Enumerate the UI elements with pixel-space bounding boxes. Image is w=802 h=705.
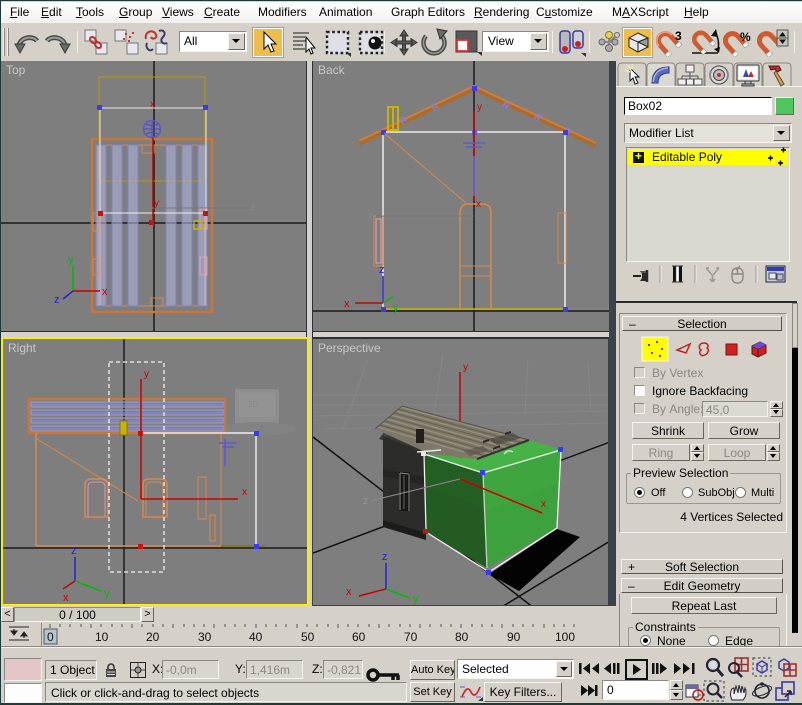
svg-text:y: y bbox=[154, 198, 159, 209]
svg-text:100: 100 bbox=[555, 630, 575, 644]
svg-text:y: y bbox=[477, 102, 482, 113]
svg-text:30: 30 bbox=[198, 630, 212, 644]
svg-text:z: z bbox=[382, 551, 388, 563]
svg-text:x: x bbox=[344, 298, 350, 310]
svg-text:%: % bbox=[740, 30, 751, 44]
svg-text:y: y bbox=[104, 588, 110, 600]
svg-text:20: 20 bbox=[146, 630, 160, 644]
svg-text:10: 10 bbox=[95, 630, 109, 644]
svg-text:y: y bbox=[393, 302, 399, 314]
svg-text:x: x bbox=[242, 487, 247, 498]
svg-text:z: z bbox=[54, 294, 60, 306]
svg-text:y: y bbox=[413, 593, 419, 605]
svg-text:z: z bbox=[71, 545, 77, 557]
svg-text:y: y bbox=[144, 369, 149, 380]
svg-text:z: z bbox=[250, 202, 255, 213]
svg-text:y: y bbox=[68, 254, 74, 266]
svg-text:x: x bbox=[541, 499, 546, 510]
svg-text:90: 90 bbox=[507, 630, 521, 644]
svg-text:60: 60 bbox=[352, 630, 366, 644]
svg-text:50: 50 bbox=[301, 630, 315, 644]
svg-text:3D: 3D bbox=[248, 400, 258, 409]
svg-text:y: y bbox=[463, 362, 468, 373]
svg-text:80: 80 bbox=[455, 630, 469, 644]
svg-text:z: z bbox=[379, 264, 385, 276]
svg-text:x: x bbox=[346, 586, 352, 598]
svg-text:x: x bbox=[476, 199, 481, 210]
svg-text:z: z bbox=[368, 211, 373, 222]
svg-text:40: 40 bbox=[249, 630, 263, 644]
svg-text:x: x bbox=[150, 99, 155, 110]
svg-text:z: z bbox=[363, 496, 368, 507]
svg-text:70: 70 bbox=[404, 630, 418, 644]
svg-text:x: x bbox=[63, 592, 69, 604]
svg-text:3: 3 bbox=[675, 29, 682, 43]
svg-text:x: x bbox=[102, 286, 108, 298]
svg-text:0: 0 bbox=[47, 630, 54, 644]
